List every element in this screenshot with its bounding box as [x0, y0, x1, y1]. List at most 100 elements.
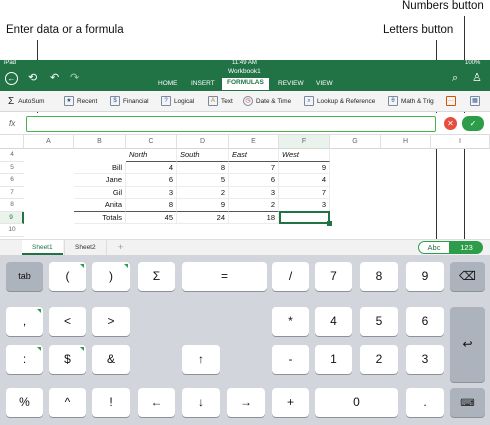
more-functions-button[interactable]: ··· [446, 95, 459, 107]
undo-icon[interactable]: ↶ [50, 73, 59, 84]
select-all-corner[interactable] [0, 135, 24, 149]
header-west[interactable]: West [279, 149, 330, 162]
col-header-b[interactable]: B [74, 135, 126, 149]
key-plus[interactable]: + [272, 388, 309, 417]
col-header-i[interactable]: I [431, 135, 490, 149]
totals-label[interactable]: Totals [74, 211, 126, 224]
key-decimal[interactable]: . [406, 388, 444, 417]
cancel-icon[interactable]: ✕ [444, 117, 457, 130]
key-multiply[interactable]: * [272, 307, 309, 336]
value-cell[interactable]: 3 [126, 186, 177, 199]
add-sheet-button[interactable]: + [108, 240, 133, 255]
header-north[interactable]: North [126, 149, 177, 162]
value-cell[interactable]: 8 [177, 161, 229, 174]
col-header-g[interactable]: G [330, 135, 381, 149]
key-less-than[interactable]: < [49, 307, 86, 336]
spreadsheet-grid[interactable]: A B C D E F G H I 4 5 6 7 8 9 10 North S… [0, 135, 490, 239]
key-tab[interactable]: tab [6, 262, 43, 291]
key-dollar[interactable]: $ [49, 345, 86, 374]
key-comma[interactable]: , [6, 307, 43, 336]
row-header-5[interactable]: 5 [0, 162, 24, 174]
value-cell[interactable]: 4 [279, 174, 330, 187]
lookup-reference-button[interactable]: ⌕ Lookup & Reference [304, 95, 375, 107]
key-ampersand[interactable]: & [92, 345, 130, 374]
key-sigma[interactable]: Σ [138, 262, 175, 291]
key-arrow-down[interactable]: ↓ [182, 388, 220, 417]
row-header-8[interactable]: 8 [0, 199, 24, 212]
key-percent[interactable]: % [6, 388, 43, 417]
value-cell[interactable]: 6 [126, 174, 177, 187]
key-divide[interactable]: / [272, 262, 309, 291]
math-trig-button[interactable]: θ Math & Trig [388, 95, 434, 107]
search-icon[interactable]: ⌕ [452, 73, 458, 84]
key-arrow-right[interactable]: → [227, 388, 265, 417]
financial-button[interactable]: $ Financial [110, 95, 149, 107]
recent-button[interactable]: ★ Recent [64, 95, 97, 107]
name-cell[interactable]: Jane [74, 174, 126, 187]
active-cell[interactable] [279, 211, 330, 224]
tab-insert[interactable]: INSERT [186, 79, 220, 88]
key-9[interactable]: 9 [406, 262, 444, 291]
col-header-c[interactable]: C [126, 135, 177, 149]
formula-input[interactable] [26, 116, 436, 132]
row-header-7[interactable]: 7 [0, 187, 24, 199]
key-backspace[interactable]: ⌫ [450, 262, 485, 291]
key-greater-than[interactable]: > [92, 307, 130, 336]
col-header-a[interactable]: A [24, 135, 74, 149]
text-button[interactable]: A Text [208, 95, 233, 107]
key-equals[interactable]: = [182, 262, 267, 291]
value-cell[interactable]: 3 [279, 199, 330, 212]
key-open-paren[interactable]: ( [49, 262, 86, 291]
col-header-f[interactable]: F [279, 135, 330, 149]
total-cell[interactable]: 24 [177, 211, 229, 224]
key-3[interactable]: 3 [406, 345, 444, 374]
key-hide-keyboard[interactable]: ⌨ [450, 388, 485, 417]
value-cell[interactable]: 9 [177, 199, 229, 212]
share-icon[interactable]: ⟲ [28, 73, 37, 84]
tab-view[interactable]: VIEW [311, 79, 338, 88]
calculator-button[interactable]: ▦ [470, 95, 483, 107]
key-caret[interactable]: ^ [49, 388, 86, 417]
redo-icon[interactable]: ↷ [70, 73, 79, 84]
value-cell[interactable]: 7 [229, 161, 279, 174]
value-cell[interactable]: 8 [126, 199, 177, 212]
col-header-h[interactable]: H [381, 135, 431, 149]
confirm-icon[interactable]: ✓ [462, 116, 484, 131]
row-header-10[interactable]: 10 [0, 224, 24, 237]
key-close-paren[interactable]: ) [92, 262, 130, 291]
value-cell[interactable]: 4 [126, 161, 177, 174]
key-arrow-left[interactable]: ← [138, 388, 175, 417]
tab-home[interactable]: HOME [153, 79, 183, 88]
date-time-button[interactable]: ◷ Date & Time [243, 95, 291, 107]
key-8[interactable]: 8 [360, 262, 398, 291]
value-cell[interactable]: 5 [177, 174, 229, 187]
header-east[interactable]: East [229, 149, 279, 162]
key-enter[interactable]: ↩ [450, 307, 485, 382]
numbers-button[interactable]: 123 [450, 241, 483, 254]
value-cell[interactable]: 3 [229, 186, 279, 199]
sheet-tab-sheet2[interactable]: Sheet2 [64, 240, 107, 255]
key-1[interactable]: 1 [315, 345, 352, 374]
total-cell[interactable]: 18 [229, 211, 279, 224]
value-cell[interactable]: 6 [229, 174, 279, 187]
letters-button[interactable]: Abc [418, 241, 450, 254]
col-header-e[interactable]: E [229, 135, 279, 149]
name-cell[interactable]: Gil [74, 186, 126, 199]
add-person-icon[interactable]: ♙ [472, 73, 482, 84]
sheet-tab-sheet1[interactable]: Sheet1 [22, 240, 63, 255]
col-header-d[interactable]: D [177, 135, 229, 149]
name-cell[interactable]: Anita [74, 199, 126, 212]
value-cell[interactable]: 2 [229, 199, 279, 212]
key-2[interactable]: 2 [360, 345, 398, 374]
key-7[interactable]: 7 [315, 262, 352, 291]
key-0[interactable]: 0 [315, 388, 398, 417]
key-exclamation[interactable]: ! [92, 388, 130, 417]
value-cell[interactable]: 9 [279, 161, 330, 174]
key-colon[interactable]: : [6, 345, 43, 374]
name-cell[interactable]: Bill [74, 161, 126, 174]
fill-handle[interactable] [327, 221, 332, 226]
row-header-4[interactable]: 4 [0, 149, 24, 162]
tab-review[interactable]: REVIEW [273, 79, 309, 88]
total-cell[interactable]: 45 [126, 211, 177, 224]
tab-formulas[interactable]: FORMULAS [222, 78, 269, 90]
